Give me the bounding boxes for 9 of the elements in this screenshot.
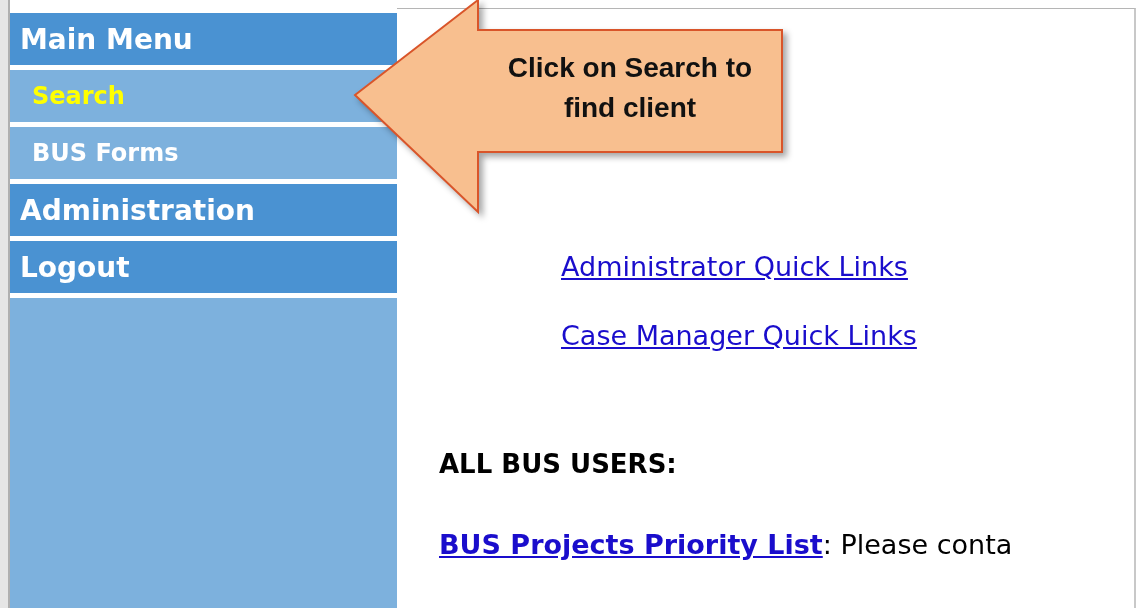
priority-list-link[interactable]: BUS Projects Priority List xyxy=(439,529,823,560)
sidebar-item[interactable]: Logout xyxy=(10,241,397,298)
notice-text: BUS Projects Priority List: Please conta xyxy=(439,529,1014,560)
quick-link[interactable]: Administrator Quick Links xyxy=(561,251,908,282)
section-heading: ALL BUS USERS: xyxy=(439,449,678,479)
sidebar-item[interactable]: Administration xyxy=(10,184,397,241)
tooltip-text: Click on Search to find client xyxy=(506,51,754,125)
quick-link[interactable]: Case Manager Quick Links xyxy=(561,320,917,351)
sidebar-item[interactable]: Main Menu xyxy=(10,13,397,70)
